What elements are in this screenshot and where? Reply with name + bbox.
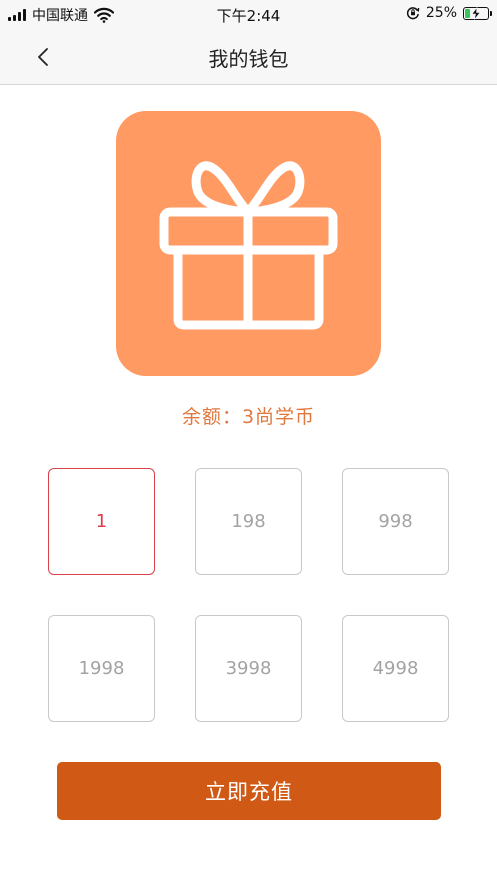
orientation-lock-icon: [406, 7, 420, 20]
amount-value: 4998: [372, 658, 419, 679]
nav-bar: 我的钱包: [0, 28, 497, 85]
recharge-button[interactable]: 立即充值: [57, 762, 441, 820]
charging-bolt-icon: [471, 6, 481, 20]
amount-option-198[interactable]: 198: [195, 468, 302, 575]
amount-value: 3998: [225, 658, 272, 679]
amount-option-998[interactable]: 998: [342, 468, 449, 575]
amount-option-4998[interactable]: 4998: [342, 615, 449, 722]
gift-icon: [159, 161, 338, 330]
status-right: 25%: [406, 5, 492, 21]
page-title: 我的钱包: [208, 47, 289, 71]
wallet-gift-card: [116, 111, 381, 376]
amount-value: 1: [95, 511, 108, 532]
amount-value: 998: [378, 511, 413, 532]
status-bar: 中国联通 下午2:44 25%: [0, 0, 497, 28]
battery-charging-icon: [463, 6, 492, 20]
amount-option-3998[interactable]: 3998: [195, 615, 302, 722]
amount-value: 198: [231, 511, 266, 532]
amount-option-1[interactable]: 1: [48, 468, 155, 575]
battery-percent: 25%: [425, 5, 457, 21]
balance-text: 余额：3尚学币: [181, 406, 316, 428]
amount-option-1998[interactable]: 1998: [48, 615, 155, 722]
amount-value: 1998: [78, 658, 125, 679]
